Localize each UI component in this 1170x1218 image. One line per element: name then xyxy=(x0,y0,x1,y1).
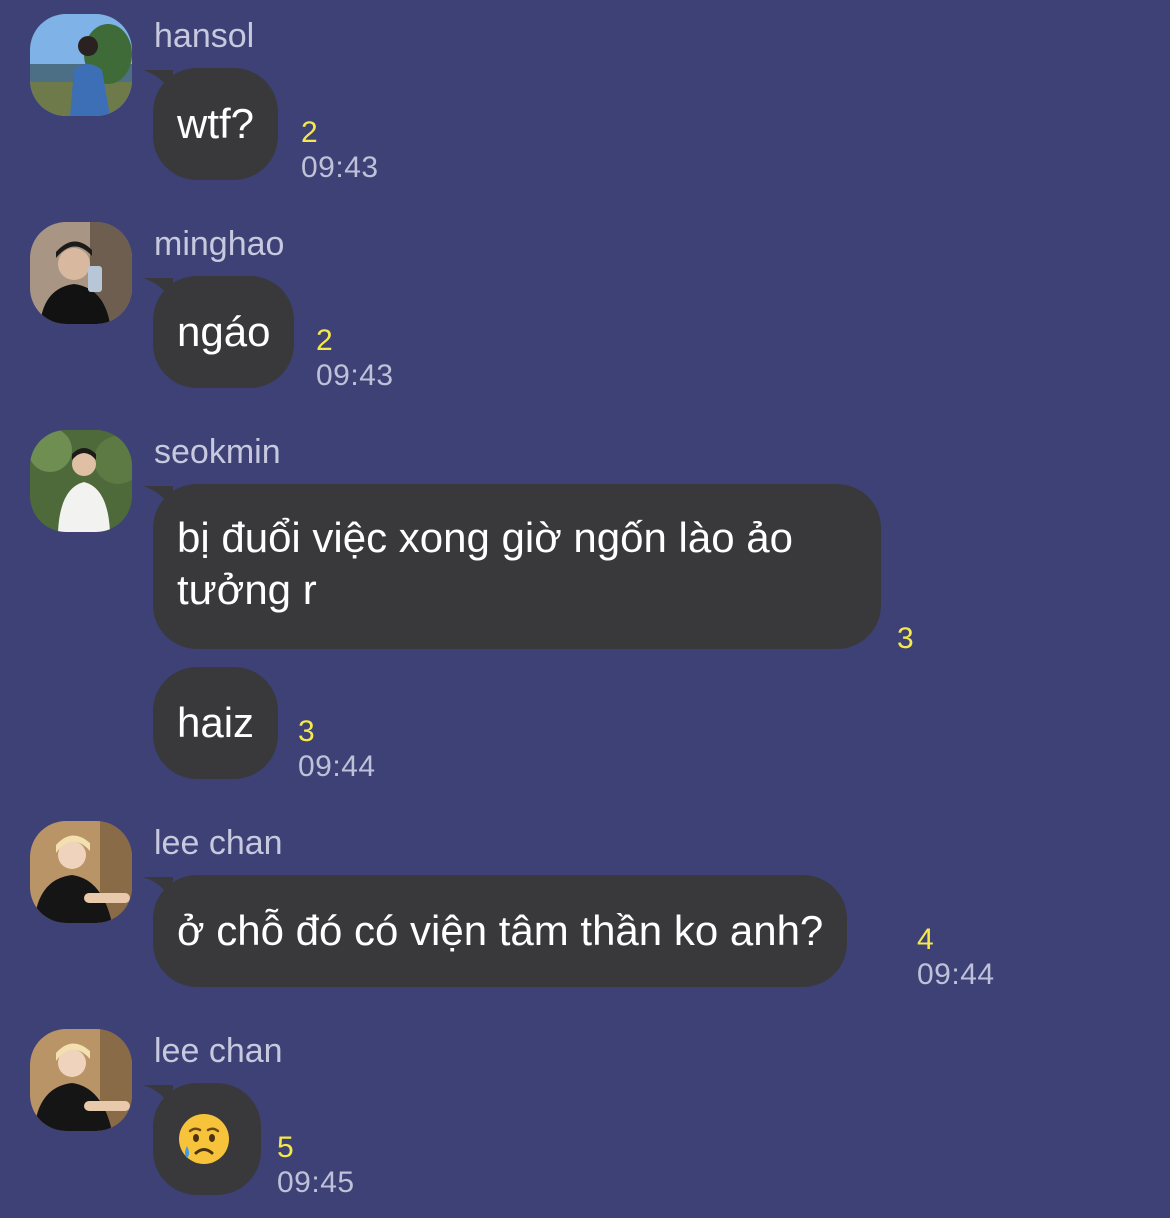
unread-count: 2 xyxy=(316,324,333,357)
message-text: ngáo xyxy=(177,308,271,355)
message-text: haiz xyxy=(177,699,255,746)
message-bubble[interactable]: bị đuổi việc xong giờ ngốn lào ảo tưởng … xyxy=(153,484,881,649)
message-time: 09:44 xyxy=(917,958,995,991)
message-bubble[interactable]: haiz xyxy=(153,667,279,779)
message-bubble[interactable]: ngáo xyxy=(153,276,295,388)
message-bubble[interactable] xyxy=(153,1083,261,1195)
chat-thread[interactable]: hansol wtf? 2 09:43 minghao ngáo 2 09:43 xyxy=(0,0,1170,1218)
avatar-seokmin[interactable] xyxy=(30,430,132,532)
message-bubble[interactable]: wtf? xyxy=(153,68,279,180)
unread-count: 2 xyxy=(301,116,318,149)
profile-photo-icon xyxy=(30,821,132,923)
unread-count: 5 xyxy=(277,1131,294,1164)
sender-name: seokmin xyxy=(154,433,281,471)
avatar-lee-chan[interactable] xyxy=(30,821,132,923)
message-text: bị đuổi việc xong giờ ngốn lào ảo tưởng … xyxy=(177,514,793,613)
profile-photo-icon xyxy=(30,222,132,324)
avatar-minghao[interactable] xyxy=(30,222,132,324)
unread-count: 3 xyxy=(897,622,914,655)
message-time: 09:44 xyxy=(298,750,376,783)
sad-but-relieved-face-icon xyxy=(179,1114,229,1164)
profile-photo-icon xyxy=(30,14,132,116)
message-time: 09:45 xyxy=(277,1166,355,1199)
sender-name: lee chan xyxy=(154,1032,283,1070)
profile-photo-icon xyxy=(30,430,132,532)
avatar-lee-chan[interactable] xyxy=(30,1029,132,1131)
sender-name: minghao xyxy=(154,225,285,263)
sender-name: lee chan xyxy=(154,824,283,862)
message-text: wtf? xyxy=(177,100,255,147)
message-bubble[interactable]: ở chỗ đó có viện tâm thần ko anh? xyxy=(153,875,848,987)
avatar-hansol[interactable] xyxy=(30,14,132,116)
profile-photo-icon xyxy=(30,1029,132,1131)
sender-name: hansol xyxy=(154,17,255,55)
unread-count: 4 xyxy=(917,923,934,956)
unread-count: 3 xyxy=(298,715,315,748)
message-time: 09:43 xyxy=(301,151,379,184)
message-time: 09:43 xyxy=(316,359,394,392)
message-text: ở chỗ đó có viện tâm thần ko anh? xyxy=(177,907,824,954)
